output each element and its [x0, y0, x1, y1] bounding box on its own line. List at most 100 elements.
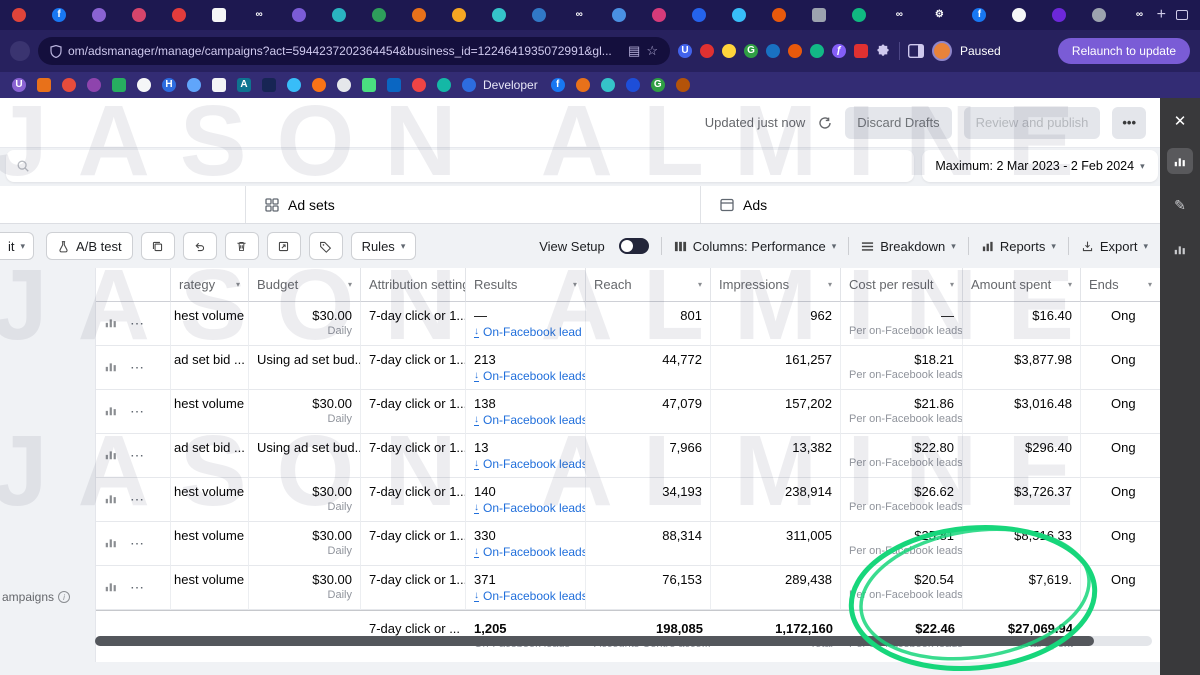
header-impressions[interactable]: Impressions▾	[711, 268, 841, 302]
pinned-tab-icon[interactable]	[1092, 8, 1106, 22]
bookmark-icon[interactable]	[437, 78, 451, 92]
bookmark-icon[interactable]	[337, 78, 351, 92]
columns-dropdown[interactable]: Columns: Performance▾	[674, 239, 836, 254]
pinned-tab-icon[interactable]	[492, 8, 506, 22]
bookmark-icon[interactable]: A	[237, 78, 251, 92]
pinned-tab-icon[interactable]	[92, 8, 106, 22]
pinned-tab-icon[interactable]	[372, 8, 386, 22]
search-filter-bar[interactable]	[6, 150, 914, 182]
results-link[interactable]: ↓ On-Facebook leads	[474, 589, 577, 603]
bookmark-icon[interactable]	[212, 78, 226, 92]
bookmark-star-icon[interactable]: ☆	[646, 43, 658, 59]
row-insights-chart-icon[interactable]	[104, 315, 118, 332]
pinned-tab-icon[interactable]	[652, 8, 666, 22]
row-insights-chart-icon[interactable]	[104, 403, 118, 420]
new-tab-button[interactable]: +	[1157, 7, 1166, 23]
bookmark-icon[interactable]	[62, 78, 76, 92]
pinned-tab-icon[interactable]: ∞	[1132, 8, 1146, 22]
pinned-tab-icon[interactable]	[852, 8, 866, 22]
rules-button[interactable]: Rules▾	[351, 232, 417, 260]
pinned-tab-icon[interactable]	[612, 8, 626, 22]
bookmark-icon[interactable]: G	[651, 78, 665, 92]
insights-chart-tool-icon[interactable]	[1167, 148, 1193, 174]
row-more-icon[interactable]: ⋯	[130, 491, 145, 508]
tag-button[interactable]	[309, 232, 343, 260]
discard-drafts-button[interactable]: Discard Drafts	[845, 107, 951, 139]
reader-mode-icon[interactable]: ▤	[628, 43, 640, 59]
scrollbar-thumb[interactable]	[95, 636, 1094, 646]
results-link[interactable]: ↓ On-Facebook leads	[474, 457, 577, 471]
extension-icon[interactable]	[854, 44, 868, 58]
delete-button[interactable]	[225, 232, 259, 260]
pinned-tab-icon[interactable]	[332, 8, 346, 22]
bookmark-icon[interactable]	[187, 78, 201, 92]
pinned-tab-icon[interactable]: f	[52, 8, 66, 22]
row-insights-chart-icon[interactable]	[104, 447, 118, 464]
boost-button[interactable]	[267, 232, 301, 260]
tab-ad-sets[interactable]: Ad sets	[245, 186, 700, 223]
more-options-button[interactable]: •••	[1112, 107, 1146, 139]
bookmark-label[interactable]: Developer	[483, 78, 538, 92]
header-ends[interactable]: Ends▾	[1081, 268, 1161, 302]
results-link[interactable]: ↓ On-Facebook leads	[474, 545, 577, 559]
horizontal-scrollbar[interactable]	[95, 636, 1152, 646]
header-strategy[interactable]: rategy▾	[171, 268, 249, 302]
pinned-tab-icon[interactable]: ∞	[572, 8, 586, 22]
pinned-tab-icon[interactable]	[1012, 8, 1026, 22]
bookmark-icon[interactable]: H	[162, 78, 176, 92]
close-icon[interactable]: ✕	[1174, 112, 1187, 130]
bookmark-icon[interactable]: U	[12, 78, 26, 92]
pinned-tab-icon[interactable]	[292, 8, 306, 22]
pinned-tab-icon[interactable]	[732, 8, 746, 22]
edit-tool-icon[interactable]: ✎	[1167, 192, 1193, 218]
extension-icon[interactable]	[722, 44, 736, 58]
bookmark-icon[interactable]	[676, 78, 690, 92]
side-panel-icon[interactable]	[908, 44, 924, 58]
header-amount-spent[interactable]: Amount spent▾	[963, 268, 1081, 302]
header-cost-per-result[interactable]: Cost per result▾	[841, 268, 963, 302]
ab-test-button[interactable]: A/B test	[46, 232, 133, 260]
reports-dropdown[interactable]: Reports▾	[981, 239, 1056, 254]
profile-name[interactable]: Paused	[960, 44, 1001, 58]
extension-icon[interactable]	[766, 44, 780, 58]
pinned-tab-icon[interactable]	[532, 8, 546, 22]
extension-icon[interactable]: U	[678, 44, 692, 58]
extension-icon[interactable]: ƒ	[832, 44, 846, 58]
row-more-icon[interactable]: ⋯	[130, 403, 145, 420]
bookmark-icon[interactable]	[362, 78, 376, 92]
date-range-selector[interactable]: Maximum: 2 Mar 2023 - 2 Feb 2024 ▾	[922, 150, 1158, 182]
pinned-tab-icon[interactable]	[412, 8, 426, 22]
browser-menu-icon[interactable]	[10, 41, 30, 61]
export-dropdown[interactable]: Export▾	[1081, 239, 1148, 254]
row-more-icon[interactable]: ⋯	[130, 359, 145, 376]
bookmark-icon[interactable]	[112, 78, 126, 92]
row-insights-chart-icon[interactable]	[104, 579, 118, 596]
bookmark-icon[interactable]	[626, 78, 640, 92]
toggle-switch[interactable]	[619, 238, 649, 254]
relaunch-button[interactable]: Relaunch to update	[1058, 38, 1190, 64]
extension-icon[interactable]	[810, 44, 824, 58]
results-link[interactable]: ↓ On-Facebook lead	[474, 325, 577, 339]
bookmark-icon[interactable]	[37, 78, 51, 92]
bar-chart-tool-icon[interactable]	[1167, 236, 1193, 262]
undo-button[interactable]	[183, 232, 217, 260]
pinned-tab-icon[interactable]	[772, 8, 786, 22]
row-more-icon[interactable]: ⋯	[130, 579, 145, 596]
bookmark-icon[interactable]	[312, 78, 326, 92]
site-info-icon[interactable]	[50, 45, 62, 58]
bookmark-icon[interactable]	[462, 78, 476, 92]
pinned-tab-icon[interactable]	[692, 8, 706, 22]
review-publish-button[interactable]: Review and publish	[964, 107, 1101, 139]
bookmark-icon[interactable]	[412, 78, 426, 92]
extensions-puzzle-icon[interactable]	[876, 44, 891, 59]
pinned-tab-icon[interactable]	[172, 8, 186, 22]
row-insights-chart-icon[interactable]	[104, 535, 118, 552]
extension-icon[interactable]	[788, 44, 802, 58]
breakdown-dropdown[interactable]: Breakdown▾	[861, 239, 956, 254]
pinned-tab-icon[interactable]	[452, 8, 466, 22]
pinned-tab-icon[interactable]: ∞	[892, 8, 906, 22]
results-link[interactable]: ↓ On-Facebook leads	[474, 501, 577, 515]
bookmark-icon[interactable]	[137, 78, 151, 92]
row-more-icon[interactable]: ⋯	[130, 447, 145, 464]
header-attribution[interactable]: Attribution setting▾	[361, 268, 466, 302]
